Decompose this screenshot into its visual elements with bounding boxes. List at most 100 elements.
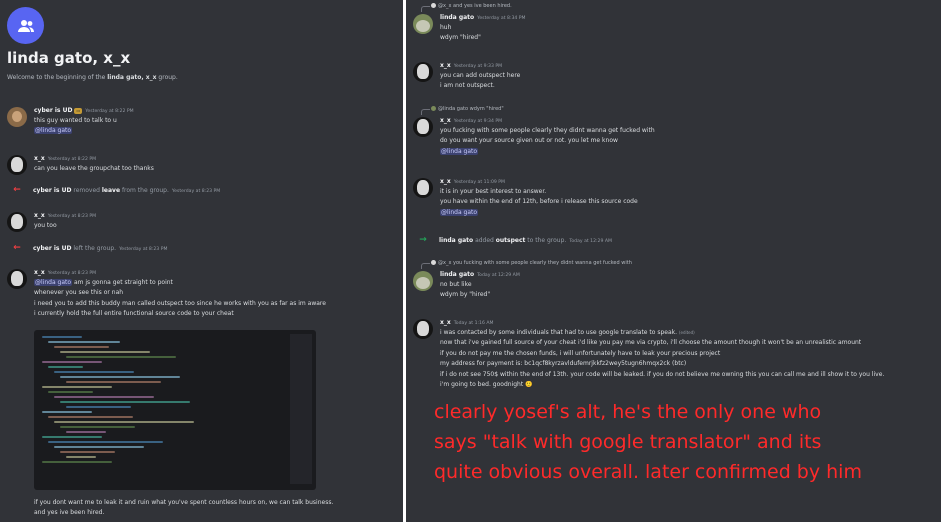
timestamp: Today at 12:29 AM [569, 239, 612, 244]
message-text: no but like [440, 281, 472, 288]
avatar[interactable] [7, 212, 27, 232]
avatar[interactable] [413, 62, 433, 82]
message-text: i am not outspect. [440, 82, 495, 90]
arrow-right-icon: → [419, 235, 427, 245]
target-user[interactable]: leave [102, 187, 120, 194]
message-text: you have within the end of 12th, before … [440, 198, 638, 206]
reply-preview[interactable]: @x_x you fucking with some people clearl… [421, 260, 632, 269]
group-title: linda gato, x_x [7, 49, 131, 67]
user-mention[interactable]: @linda gato [34, 127, 73, 135]
message-text: and yes ive been hired. [34, 509, 105, 517]
message: x_x Yesterday at 9:34 PM you fucking with… [413, 116, 937, 157]
user-mention[interactable]: @linda gato [440, 147, 479, 155]
code-line [54, 421, 194, 423]
message: linda gato Yesterday at 8:34 PM huh wdym … [413, 13, 937, 44]
user-mention[interactable]: @linda gato [440, 208, 479, 216]
timestamp: Yesterday at 8:22 PM [85, 109, 134, 114]
message-text: i need you to add this buddy man called … [34, 299, 326, 307]
user-mention[interactable]: @linda gato [34, 279, 73, 286]
message-text: huh [440, 24, 452, 31]
code-line [42, 336, 82, 338]
code-line [66, 456, 96, 458]
avatar[interactable] [413, 271, 433, 291]
reply-preview[interactable]: @linda gato wdym "hired" [421, 106, 504, 115]
message-text: wdym "hired" [440, 34, 481, 42]
timestamp: Yesterday at 8:23 PM [119, 247, 168, 252]
timestamp: Yesterday at 8:23 PM [47, 271, 97, 276]
system-message: ← cyber is UD removed leave from the grou… [7, 186, 399, 196]
author-name[interactable]: linda gato [440, 14, 474, 21]
message-text: i was contacted by some individuals that… [440, 329, 678, 336]
timestamp: Yesterday at 8:34 PM [477, 16, 526, 21]
message-text: am js gonna get straight to point [72, 279, 173, 286]
system-message: → linda gato added outspect to the group.… [413, 236, 937, 246]
chat-pane-left: linda gato, x_x Welcome to the beginning… [0, 0, 403, 522]
code-line [48, 441, 163, 443]
author-name[interactable]: cyber is UD [34, 107, 72, 114]
message-text: if you dont want me to leak it and ruin … [34, 499, 334, 506]
message-text: you too [34, 222, 57, 229]
group-welcome: Welcome to the beginning of the linda ga… [7, 74, 178, 81]
author-tag: ▭ [74, 107, 83, 114]
code-minimap [290, 334, 312, 484]
avatar [431, 3, 436, 8]
reply-preview[interactable]: @x_x and yes ive been hired. [421, 3, 512, 12]
message-continuation: if you dont want me to leak it and ruin … [7, 498, 399, 519]
avatar [431, 106, 436, 111]
author-name[interactable]: x_x [440, 178, 451, 185]
avatar[interactable] [7, 269, 27, 289]
author-name[interactable]: x_x [440, 319, 451, 326]
message-text: my address for payment is: bc1qcf8kyrzav… [440, 360, 687, 368]
group-avatar[interactable] [7, 7, 44, 44]
timestamp: Yesterday at 8:23 PM [47, 214, 97, 219]
code-line [66, 431, 106, 433]
timestamp: Yesterday at 11:09 PM [453, 180, 506, 185]
author-name[interactable]: x_x [34, 155, 45, 162]
code-line [42, 436, 102, 438]
message-text: can you leave the groupchat too thanks [34, 165, 154, 172]
avatar[interactable] [413, 117, 433, 137]
target-user[interactable]: outspect [496, 237, 526, 244]
code-line [54, 346, 109, 348]
author-name[interactable]: x_x [440, 117, 451, 124]
caption-line: says "talk with google translator" and i… [434, 431, 822, 453]
message: x_x Yesterday at 11:09 PM it is in your b… [413, 177, 937, 218]
message-text: you can add outspect here [440, 72, 521, 79]
message-text: you fucking with some people clearly the… [440, 127, 655, 134]
author-name[interactable]: cyber is UD [33, 245, 71, 252]
code-line [54, 371, 134, 373]
author-name[interactable]: linda gato [439, 237, 473, 244]
message-text: wdym by "hired" [440, 291, 491, 299]
annotation-caption: clearly yosef's alt, he's the only one w… [434, 397, 939, 487]
caption-line: clearly yosef's alt, he's the only one w… [434, 401, 822, 423]
avatar[interactable] [7, 155, 27, 175]
message: linda gato Today at 12:29 AM no but like … [413, 270, 937, 301]
code-line [60, 451, 115, 453]
code-line [60, 401, 190, 403]
arrow-left-icon: ← [13, 243, 21, 253]
code-line [66, 356, 176, 358]
system-message: ← cyber is UD left the group. Yesterday at… [7, 244, 399, 254]
caption-line: quite obvious overall. later confirmed b… [434, 461, 862, 483]
author-name[interactable]: linda gato [440, 271, 474, 278]
message-text: if you do not pay me the chosen funds, i… [440, 349, 721, 357]
edited-label: (edited) [678, 330, 695, 335]
message-text: whenever you see this or nah [34, 289, 124, 297]
timestamp: Today at 12:29 AM [477, 273, 520, 278]
code-line [60, 351, 150, 353]
avatar[interactable] [413, 14, 433, 34]
code-line [42, 411, 92, 413]
avatar[interactable] [413, 319, 433, 339]
author-name[interactable]: x_x [440, 62, 451, 69]
code-line [54, 396, 154, 398]
author-name[interactable]: x_x [34, 212, 45, 219]
code-line [66, 381, 161, 383]
code-screenshot-attachment[interactable] [34, 330, 316, 490]
avatar[interactable] [413, 178, 433, 198]
avatar[interactable] [7, 107, 27, 127]
author-name[interactable]: cyber is UD [33, 187, 71, 194]
author-name[interactable]: x_x [34, 269, 45, 276]
code-line [48, 416, 133, 418]
code-lines [42, 336, 272, 466]
timestamp: Yesterday at 8:23 PM [171, 189, 221, 194]
